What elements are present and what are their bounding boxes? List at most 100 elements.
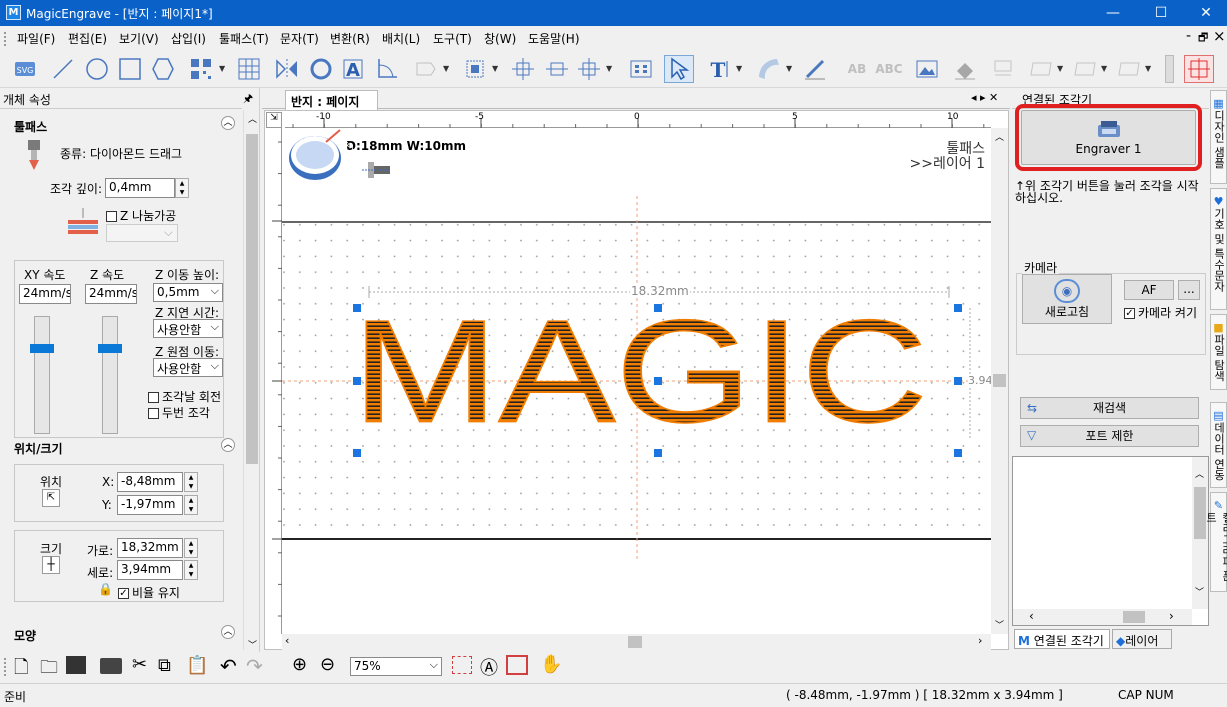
chevron-down-icon[interactable]: ▼ [1145,64,1151,73]
engraver-1-button[interactable]: Engraver 1 [1021,110,1196,165]
scrollbar-thumb[interactable] [628,636,642,648]
chevron-down-icon[interactable]: ▼ [492,64,498,73]
zoom-select[interactable]: 75% [350,657,442,676]
ruler-origin-icon[interactable]: ⇲ [266,112,282,128]
z-delay-select[interactable]: 사용안함 [153,319,223,338]
zoom-page-icon[interactable] [506,655,528,675]
chevron-down-icon[interactable]: ▼ [1101,64,1107,73]
engraver-list[interactable]: ︿ ﹀ ‹ › [1012,456,1209,626]
side-tab-data-link[interactable]: ▤ 데이터 연동 [1210,402,1227,488]
scroll-left-icon[interactable]: ‹ [1029,609,1034,623]
menu-tools[interactable]: 도구(T) [433,30,472,47]
left-panel-scrollbar[interactable]: ︿ ﹀ [243,110,259,651]
menu-text[interactable]: 문자(T) [280,30,319,47]
paste-icon[interactable]: 📋 [186,655,208,676]
mirror-icon[interactable] [272,55,302,83]
ab-text-icon[interactable]: AB [842,55,872,83]
width-input[interactable]: 18,32mm [117,538,183,558]
menu-insert[interactable]: 삽입(I) [171,30,206,47]
drawing-canvas[interactable]: MAGIC D:18mm W:10mm TEXT 툴패스 >>레이어 1 18.… [282,128,993,634]
z-split-checkbox[interactable]: Z 나눔가공 [106,207,176,224]
print-area-icon[interactable] [988,55,1018,83]
eraser-icon[interactable] [950,55,980,83]
anchor-point-icon[interactable]: ⇱ [42,489,60,507]
z-origin-select[interactable]: 사용안함 [153,358,223,377]
y-stepper[interactable]: ▲ ▼ [184,495,198,515]
scroll-up-icon[interactable]: ︿ [995,130,1004,143]
new-file-icon[interactable]: 🗋 [14,655,28,685]
xy-speed-input[interactable]: 24mm/s [19,284,71,304]
collapse-position-button[interactable]: ︿ [221,438,235,452]
chevron-down-icon[interactable]: ▼ [1057,64,1063,73]
toolbar-scroll[interactable] [1165,55,1174,83]
open-folder-icon[interactable]: 🗀 [40,655,58,685]
close-button[interactable]: ✕ [1183,0,1227,26]
horizontal-ruler[interactable]: -10 -5 0 5 10 [285,112,991,128]
xy-speed-slider[interactable] [34,316,50,434]
side-tab-file-explorer[interactable]: ■ 파일 탐색 [1210,314,1227,390]
frame-c-icon[interactable] [1114,55,1144,83]
scroll-down-icon[interactable]: ﹀ [248,638,257,651]
menu-help[interactable]: 도움말(H) [528,30,580,47]
text-tool-icon[interactable]: T [704,55,734,83]
collapse-toolpath-button[interactable]: ︿ [221,116,235,130]
scrollbar-thumb[interactable] [993,374,1006,387]
engraving-text[interactable]: MAGIC [351,289,929,454]
minimize-button[interactable]: — [1090,0,1136,26]
z-speed-slider[interactable] [102,316,118,434]
svg-import-icon[interactable]: SVG [10,55,40,83]
y-input[interactable]: -1,97mm [117,495,183,515]
depth-stepper[interactable]: ▲ ▼ [175,178,189,198]
scroll-left-icon[interactable]: ‹ [285,634,289,647]
save-icon[interactable] [66,656,86,674]
chevron-down-icon[interactable]: ▼ [786,64,792,73]
xy-speed-slider-thumb[interactable] [30,344,54,353]
menu-edit[interactable]: 편집(E) [68,30,107,47]
abc-text-icon[interactable]: ABC [874,55,904,83]
side-tab-symbols[interactable]: ♥ 기호 및 특수문자 [1210,188,1227,310]
document-tab[interactable]: 반지 : 페이지1* [285,90,378,124]
qr-code-icon[interactable] [186,55,216,83]
h-align-icon[interactable] [542,55,572,83]
align-grid-icon[interactable] [460,55,490,83]
x-input[interactable]: -8,48mm [117,472,183,492]
zoom-area-icon[interactable] [452,656,472,674]
shape-tool-icon[interactable] [410,55,440,83]
scroll-up-icon[interactable]: ︿ [248,112,257,125]
double-engrave-checkbox[interactable]: 두번 조각 [148,404,210,421]
list-horizontal-scrollbar[interactable]: ‹ › [1013,609,1192,625]
menu-view[interactable]: 보기(V) [119,30,159,47]
z-speed-slider-thumb[interactable] [98,344,122,353]
cut-icon[interactable]: ✂ [132,654,147,675]
redo-icon[interactable]: ↷ [246,654,263,678]
scroll-right-icon[interactable]: › [978,634,982,647]
keep-ratio-checkbox[interactable]: ✓ 비율 유지 [118,584,180,601]
rectangle-tool-icon[interactable] [115,55,145,83]
scroll-down-icon[interactable]: ﹀ [1195,585,1204,598]
menu-toolpath[interactable]: 툴패스(T) [219,30,269,47]
center-align-icon[interactable] [508,55,538,83]
menu-window[interactable]: 창(W) [484,30,516,47]
port-limit-button[interactable]: ▽ 포트 제한 [1020,425,1199,447]
select-tool-icon[interactable] [664,55,694,83]
tab-connected-engraver[interactable]: M 연결된 조각기 [1014,629,1110,649]
side-tab-calligraphy-fonts[interactable]: ✎ 캘리그라피 폰트 [1205,492,1227,592]
arc-ruler-icon[interactable] [754,55,784,83]
grid-view-icon[interactable] [626,55,656,83]
mdi-restore-button[interactable]: 🗗 [1198,29,1208,48]
scroll-right-icon[interactable]: › [1169,609,1174,623]
arc-text-icon[interactable] [306,55,336,83]
camera-on-checkbox[interactable]: ✓ 카메라 켜기 [1124,304,1197,321]
tab-nav-controls[interactable]: ◂ ▸ ✕ [971,91,998,104]
scroll-up-icon[interactable]: ︿ [1195,467,1204,480]
ellipse-tool-icon[interactable] [82,55,112,83]
camera-more-button[interactable]: ... [1178,280,1200,300]
menu-arrange[interactable]: 배치(L) [382,30,420,47]
af-button[interactable]: AF [1124,280,1174,300]
width-stepper[interactable]: ▲ ▼ [184,538,198,558]
research-button[interactable]: ⇆ 재검색 [1020,397,1199,419]
table-tool-icon[interactable] [234,55,264,83]
mdi-close-button[interactable]: × [1213,27,1226,45]
canvas-horizontal-scrollbar[interactable]: ‹ › [282,634,991,650]
scrollbar-thumb[interactable] [246,134,258,464]
